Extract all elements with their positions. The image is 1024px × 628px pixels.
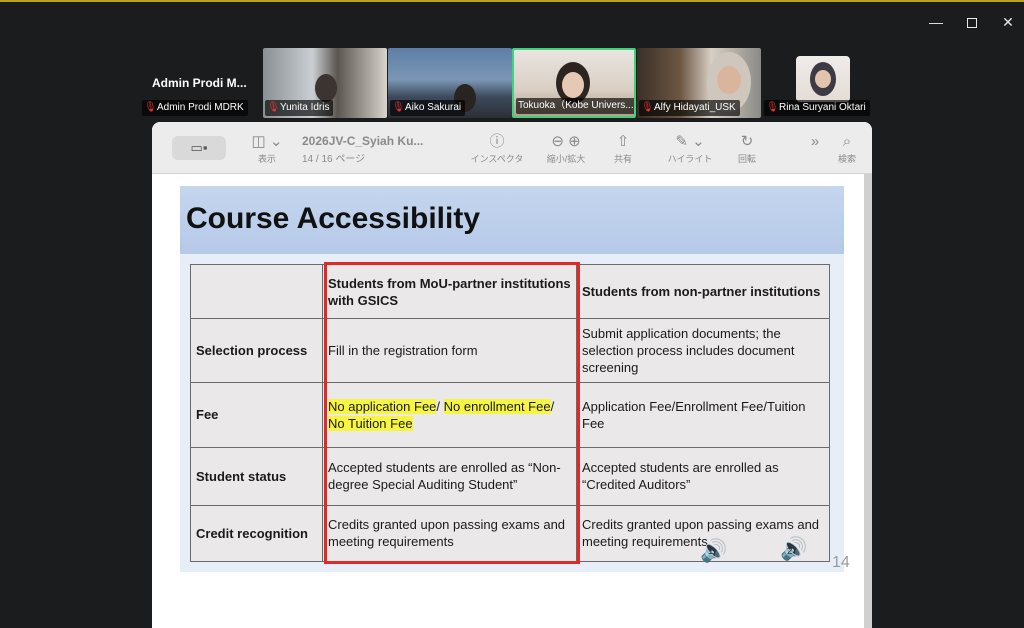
document-title: 2026JV-C_Syiah Ku... <box>302 134 424 148</box>
highlight-button[interactable]: ✎ ⌄ ハイライト <box>660 132 720 165</box>
rotate-icon: ↻ <box>740 133 754 150</box>
mic-off-icon: 🎙 <box>641 102 654 113</box>
highlighted-text: No Tuition Fee <box>328 415 413 431</box>
share-icon: ⇧ <box>616 133 630 150</box>
row-label: Student status <box>190 446 323 506</box>
table-row: Students from MoU-partner institutions w… <box>190 263 830 320</box>
table-row: Student status Accepted students are enr… <box>190 446 830 506</box>
view-icon: ◫ ⌄ <box>251 133 283 150</box>
participant-video <box>315 74 337 102</box>
maximize-icon <box>967 18 977 29</box>
participant-name: Yunita Idris <box>280 102 330 113</box>
shared-document-window: ▭▪ ◫ ⌄ 表示 2026JV-C_Syiah Ku... 14 / 16 ペ… <box>152 122 872 628</box>
participant-name: Tokuoka（Kobe Univers... <box>518 100 634 111</box>
zoom-icon: ⊖ ⊕ <box>551 133 581 150</box>
mic-off-icon: 🎙 <box>144 102 157 113</box>
search-button[interactable]: ⌕ 検索 <box>832 132 862 165</box>
window-top-accent <box>0 0 1024 2</box>
close-button[interactable]: ✕ <box>998 12 1018 32</box>
highlighted-text: No enrollment Fee <box>443 398 551 414</box>
info-icon: ⓘ <box>489 133 505 150</box>
participant-tile-aiko[interactable]: 🎙Aiko Sakurai <box>388 48 512 118</box>
audio-label: 1 <box>708 546 714 557</box>
separator-text: / <box>436 398 444 414</box>
zoom-button[interactable]: ⊖ ⊕ 縮小/拡大 <box>538 132 594 165</box>
view-label: 表示 <box>257 154 276 164</box>
more-button[interactable]: » <box>804 132 826 152</box>
avatar <box>796 56 850 102</box>
inspector-label: インスペクタ <box>470 154 524 164</box>
highlight-icon: ✎ ⌄ <box>675 133 705 150</box>
sidebar-icon: ▭▪ <box>190 140 208 155</box>
participant-name: Admin Prodi MDRK <box>157 102 244 113</box>
mic-off-icon: 🎙 <box>766 102 779 113</box>
table-header-cell: Students from MoU-partner institutions w… <box>322 263 577 320</box>
slide-page: Course Accessibility Students from MoU-p… <box>180 186 844 572</box>
maximize-button[interactable] <box>962 12 982 32</box>
rotate-label: 回転 <box>737 154 756 164</box>
participant-name: Aiko Sakurai <box>405 102 462 113</box>
audio-label: 2 <box>787 546 793 557</box>
mic-off-icon: 🎙 <box>392 102 405 113</box>
table-cell: Accepted students are enrolled as “Credi… <box>576 446 830 506</box>
chevron-double-right-icon: » <box>810 133 820 150</box>
search-icon: ⌕ <box>842 133 852 150</box>
table-cell: Application Fee/Enrollment Fee/Tuition F… <box>576 382 830 448</box>
share-button[interactable]: ⇧ 共有 <box>608 132 638 165</box>
slide-body: Students from MoU-partner institutions w… <box>180 254 844 572</box>
slide-title: Course Accessibility <box>186 202 481 235</box>
participant-face <box>562 72 584 98</box>
participant-name-tag: 🎙Aiko Sakurai <box>390 100 466 116</box>
search-label: 検索 <box>837 154 856 164</box>
mic-off-icon: 🎙 <box>267 102 280 113</box>
participant-face <box>717 66 741 94</box>
participant-name-tag: 🎙Alfy Hidayati_USK <box>639 100 740 116</box>
share-label: 共有 <box>613 154 632 164</box>
view-menu-button[interactable]: ◫ ⌄ 表示 <box>250 132 284 165</box>
inspector-button[interactable]: ⓘ インスペクタ <box>462 132 532 165</box>
table-row: Credit recognition Credits granted upon … <box>190 504 830 563</box>
slide-title-band: Course Accessibility <box>180 186 844 254</box>
participant-tile-tokuoka[interactable]: Tokuoka（Kobe Univers... <box>512 48 636 118</box>
table-cell: No application Fee/ No enrollment Fee/ N… <box>322 382 577 448</box>
participant-name: Rina Suryani Oktari <box>779 102 866 113</box>
rotate-button[interactable]: ↻ 回転 <box>732 132 762 165</box>
accessibility-table: Students from MoU-partner institutions w… <box>190 263 830 563</box>
participant-name-tag: Tokuoka（Kobe Univers... <box>516 98 634 114</box>
sidebar-toggle-button[interactable]: ▭▪ <box>172 136 226 160</box>
table-cell: Accepted students are enrolled as “Non-d… <box>322 446 577 506</box>
highlighted-text: No application Fee <box>328 398 437 414</box>
participant-tile-admin[interactable]: Admin Prodi M... 🎙Admin Prodi MDRK <box>140 48 260 118</box>
participant-name-tag: 🎙Yunita Idris <box>265 100 334 116</box>
participant-name-tag: 🎙Rina Suryani Oktari <box>764 100 870 116</box>
minimize-button[interactable]: — <box>926 12 946 32</box>
table-row: Selection process Fill in the registrati… <box>190 318 830 384</box>
participant-tile-yunita[interactable]: 🎙Yunita Idris <box>263 48 387 118</box>
table-header-cell: Students from non-partner institutions <box>576 263 830 320</box>
table-cell: Credits granted upon passing exams and m… <box>322 504 577 563</box>
table-row: Fee No application Fee/ No enrollment Fe… <box>190 382 830 448</box>
participant-name-tag: 🎙Admin Prodi MDRK <box>142 100 248 116</box>
speaker-icon[interactable]: 🔊 <box>780 536 807 562</box>
slide-page-number: 14 <box>832 554 850 571</box>
separator-text: / <box>550 398 555 414</box>
highlight-label: ハイライト <box>667 154 713 164</box>
participant-name: Alfy Hidayati_USK <box>654 102 736 113</box>
participant-tile-rina[interactable]: 🎙Rina Suryani Oktari <box>762 48 870 118</box>
participant-display-name: Admin Prodi M... <box>152 76 247 90</box>
table-cell: Fill in the registration form <box>322 318 577 384</box>
page-indicator: 14 / 16 ページ <box>302 154 366 165</box>
scrollbar[interactable] <box>864 174 872 628</box>
row-label: Credit recognition <box>190 504 323 563</box>
row-label: Selection process <box>190 318 323 384</box>
zoom-label: 縮小/拡大 <box>546 154 586 164</box>
table-cell: Submit application documents; the select… <box>576 318 830 384</box>
viewer-toolbar: ▭▪ ◫ ⌄ 表示 2026JV-C_Syiah Ku... 14 / 16 ペ… <box>152 122 872 174</box>
table-header-cell <box>190 263 323 320</box>
row-label: Fee <box>190 382 323 448</box>
participant-tile-alfy[interactable]: 🎙Alfy Hidayati_USK <box>637 48 761 118</box>
